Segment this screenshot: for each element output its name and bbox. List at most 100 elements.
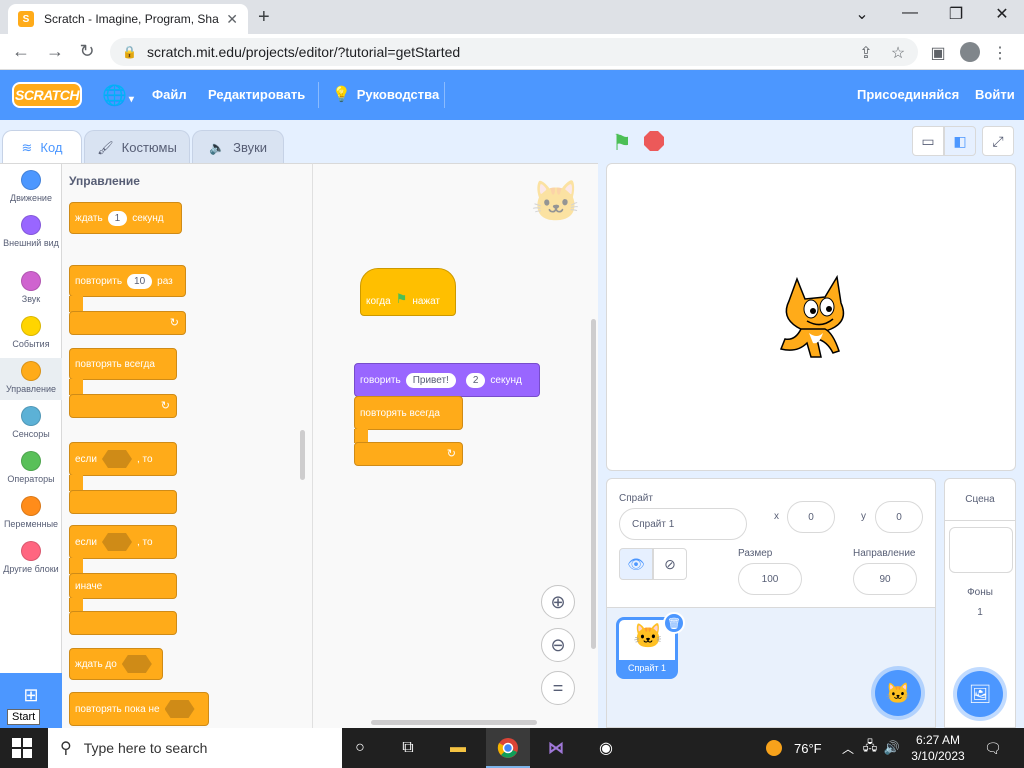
category-dot: [21, 215, 41, 235]
category-sensing[interactable]: Сенсоры: [0, 406, 62, 446]
block-wait[interactable]: ждать 1 секунд: [69, 202, 182, 234]
menu-file[interactable]: Файл: [152, 87, 187, 102]
close-window-icon[interactable]: ✕: [990, 4, 1014, 24]
tab-costumes[interactable]: 🖌 Костюмы: [84, 130, 190, 164]
block-repeat[interactable]: повторить 10 раз: [69, 265, 186, 297]
script-block-forever[interactable]: повторять всегда: [354, 396, 463, 430]
block-text: , то: [136, 453, 153, 465]
back-icon[interactable]: ←: [10, 41, 32, 62]
fullscreen-button[interactable]: ⤢: [982, 126, 1014, 156]
category-variables[interactable]: Переменные: [0, 496, 62, 536]
share-icon[interactable]: ⇪: [856, 43, 876, 63]
block-input[interactable]: Привет!: [405, 372, 456, 388]
weather-widget[interactable]: 76°F: [766, 740, 822, 756]
condition-slot[interactable]: [121, 655, 152, 673]
show-sprite-button[interactable]: 👁: [619, 548, 653, 580]
restore-icon[interactable]: ❐: [944, 4, 968, 24]
choose-sprite-button[interactable]: 🐱: [875, 670, 921, 716]
globe-icon[interactable]: 🌐 ▾: [102, 83, 134, 108]
block-if-then[interactable]: если , то: [69, 442, 177, 476]
profile-avatar-icon[interactable]: [960, 42, 980, 62]
palette-scrollbar[interactable]: [300, 430, 305, 480]
tab-sounds-label: Звуки: [233, 140, 268, 155]
block-text: секунд: [132, 212, 164, 224]
url-input[interactable]: 🔒 scratch.mit.edu/projects/editor/?tutor…: [110, 38, 918, 66]
category-my-blocks[interactable]: Другие блоки: [0, 541, 62, 587]
category-sound[interactable]: Звук: [0, 271, 62, 311]
condition-slot[interactable]: [101, 450, 132, 468]
zoom-reset-button[interactable]: =: [541, 671, 575, 705]
y-label: y: [861, 511, 866, 522]
forward-icon[interactable]: →: [44, 41, 66, 62]
size-input[interactable]: 100: [738, 563, 802, 595]
chrome-icon[interactable]: [496, 736, 520, 760]
taskbar-search-input[interactable]: ⚲ Type here to search: [48, 728, 342, 768]
browser-tab[interactable]: S Scratch - Imagine, Program, Sha ✕: [8, 4, 248, 34]
category-control[interactable]: Управление: [0, 358, 62, 400]
zoom-out-button[interactable]: ⊖: [541, 628, 575, 662]
join-link[interactable]: Присоединяйся: [857, 87, 959, 102]
cat-sprite[interactable]: [767, 269, 857, 364]
sign-in-link[interactable]: Войти: [975, 87, 1015, 102]
windows-start-icon[interactable]: [12, 738, 32, 758]
script-horizontal-scrollbar[interactable]: [371, 720, 537, 725]
choose-backdrop-button[interactable]: 🖼: [957, 671, 1003, 717]
block-forever[interactable]: повторять всегда: [69, 348, 177, 380]
script-vertical-scrollbar[interactable]: [591, 319, 596, 649]
category-events[interactable]: События: [0, 316, 62, 356]
hide-sprite-button[interactable]: ⊘: [653, 548, 687, 580]
block-input[interactable]: 10: [127, 273, 153, 289]
notifications-icon[interactable]: 🗨: [984, 740, 1002, 757]
tab-sounds[interactable]: 🔈 Звуки: [192, 130, 284, 164]
stop-sign-icon[interactable]: [644, 131, 664, 151]
category-operators[interactable]: Операторы: [0, 451, 62, 491]
script-area[interactable]: 🐱 когда ⚑ нажат говорить Привет! 2 секун…: [312, 163, 598, 728]
stage-canvas[interactable]: [606, 163, 1016, 471]
normal-stage-button[interactable]: ◧: [944, 126, 976, 156]
condition-slot[interactable]: [101, 533, 132, 551]
block-repeat-until[interactable]: повторять пока не: [69, 692, 209, 726]
steam-icon[interactable]: ◉: [594, 736, 618, 760]
file-explorer-icon[interactable]: ▬: [446, 736, 470, 760]
side-panel-icon[interactable]: ▣: [928, 43, 948, 63]
block-when-flag-clicked[interactable]: когда ⚑ нажат: [360, 268, 456, 316]
green-flag-icon[interactable]: ⚑: [612, 130, 632, 156]
scratch-logo[interactable]: SCRATCH: [12, 82, 82, 108]
network-icon[interactable]: 🖧: [858, 736, 882, 760]
block-wait-until[interactable]: ждать до: [69, 648, 163, 680]
category-label: Внешний вид: [3, 238, 59, 248]
block-if-else[interactable]: если , то: [69, 525, 177, 559]
bookmark-star-icon[interactable]: ☆: [888, 43, 908, 63]
visual-studio-icon[interactable]: ⋈: [544, 736, 568, 760]
delete-sprite-button[interactable]: 🗑: [663, 612, 685, 634]
volume-icon[interactable]: 🔊: [880, 736, 904, 760]
tab-costumes-label: Костюмы: [121, 140, 177, 155]
category-motion[interactable]: Движение: [0, 170, 62, 212]
reload-icon[interactable]: ↻: [76, 41, 98, 62]
category-looks[interactable]: Внешний вид: [0, 215, 62, 261]
block-input[interactable]: 2: [465, 372, 486, 388]
tab-code[interactable]: ≋ Код: [2, 130, 82, 164]
block-say-for-secs[interactable]: говорить Привет! 2 секунд: [354, 363, 540, 397]
block-input[interactable]: 1: [107, 210, 128, 226]
cortana-icon[interactable]: ○: [348, 736, 372, 760]
sprite-name-input[interactable]: Спрайт 1: [619, 508, 747, 540]
chevron-up-icon[interactable]: ︿: [836, 736, 860, 760]
close-tab-icon[interactable]: ✕: [226, 11, 238, 28]
backdrop-thumbnail[interactable]: [949, 527, 1013, 573]
menu-tutorials[interactable]: 💡 Руководства: [332, 85, 439, 103]
taskbar-clock[interactable]: 6:27 AM 3/10/2023: [906, 732, 970, 764]
task-view-icon[interactable]: ⧉: [396, 736, 420, 760]
zoom-in-button[interactable]: ⊕: [541, 585, 575, 619]
minimize-icon[interactable]: —: [898, 4, 922, 22]
y-input[interactable]: 0: [875, 501, 923, 533]
condition-slot[interactable]: [164, 700, 195, 718]
direction-input[interactable]: 90: [853, 563, 917, 595]
menu-kebab-icon[interactable]: ⋮: [990, 43, 1010, 63]
menu-edit[interactable]: Редактировать: [208, 87, 305, 102]
stage-selector[interactable]: Сцена Фоны 1 🖼: [944, 478, 1016, 728]
chevron-down-icon[interactable]: ⌄: [850, 4, 874, 24]
x-input[interactable]: 0: [787, 501, 835, 533]
new-tab-icon[interactable]: +: [258, 6, 270, 29]
small-stage-button[interactable]: ▭: [912, 126, 944, 156]
